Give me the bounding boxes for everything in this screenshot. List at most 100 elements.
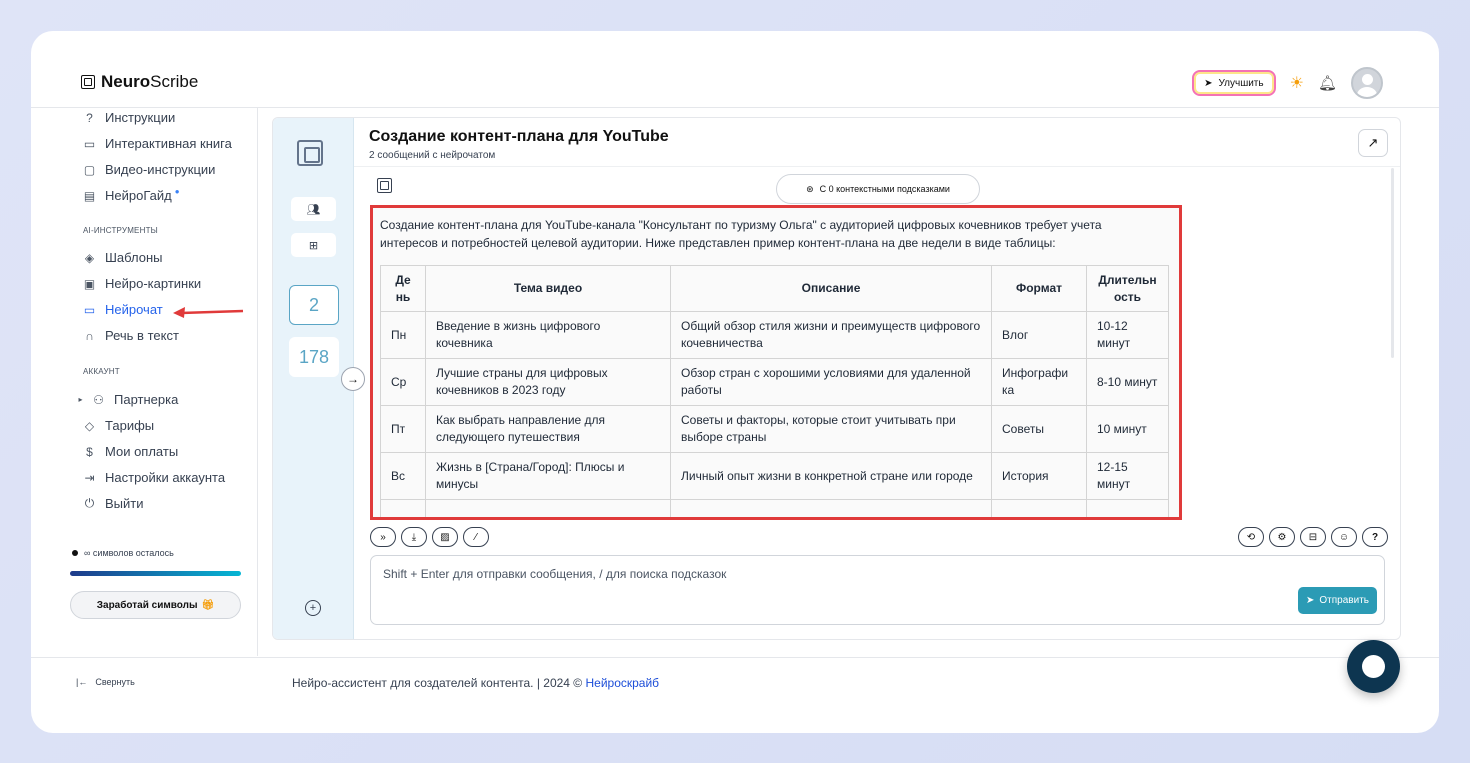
gift-icon: 🎁︎ bbox=[201, 599, 215, 611]
new-dot-icon: ● bbox=[174, 187, 180, 196]
table-cell bbox=[380, 499, 426, 517]
context-hints-button[interactable]: ⊛ С 0 контекстными подсказками bbox=[776, 174, 980, 204]
sidebar-item-payments[interactable]: $ Мои оплаты bbox=[83, 444, 178, 459]
support-chat-button[interactable] bbox=[1347, 640, 1400, 693]
sidebar-item-chat[interactable]: ▭ Нейрочат bbox=[83, 302, 163, 317]
upgrade-button[interactable]: ➤ Улучшить bbox=[1192, 70, 1276, 96]
chat-title: Создание контент-плана для YouTube bbox=[369, 128, 669, 145]
chat-scrollbar[interactable] bbox=[1391, 168, 1394, 358]
insert-image-button[interactable]: ▨ bbox=[432, 527, 458, 547]
tag-icon: ◇ bbox=[84, 418, 95, 433]
sidebar-item-guide[interactable]: ▤ НейроГайд ● bbox=[83, 187, 180, 203]
video-icon: ▢ bbox=[83, 162, 96, 177]
message-intro: Создание контент-плана для YouTube-канал… bbox=[380, 218, 1102, 250]
sidebar-item-instructions[interactable]: ? Инструкции bbox=[83, 110, 175, 125]
status-dot-icon bbox=[72, 550, 78, 556]
table-cell: Введение в жизнь цифрового кочевника bbox=[425, 311, 671, 359]
dollar-icon: $ bbox=[86, 444, 93, 459]
table-cell: Ср bbox=[380, 358, 426, 406]
share-button[interactable]: ↗ bbox=[1358, 129, 1388, 157]
table-cell: История bbox=[991, 452, 1087, 500]
column-header: Де нь bbox=[380, 265, 426, 312]
chat-subtitle: 2 сообщений с нейрочатом bbox=[369, 150, 496, 161]
table-cell: Вс bbox=[380, 452, 426, 500]
sidebar-item-partners[interactable]: ▸ ⚇ Партнерка bbox=[78, 392, 178, 407]
assistant-message: Создание контент-плана для YouTube-канал… bbox=[370, 205, 1182, 520]
plugins-button[interactable]: ⟲ bbox=[1238, 527, 1264, 547]
column-header: Длительн ость bbox=[1086, 265, 1169, 312]
credits-progress-bar bbox=[70, 571, 241, 576]
brain-icon: ⊛ bbox=[806, 183, 814, 194]
chat-count-other[interactable]: 178 bbox=[289, 337, 339, 377]
download-icon: ⤓ bbox=[411, 531, 417, 543]
table-cell: Пн bbox=[380, 311, 426, 359]
sidebar-item-images[interactable]: ▣ Нейро-картинки bbox=[83, 276, 201, 291]
footer-link[interactable]: Нейроскрайб bbox=[585, 676, 659, 690]
footer-divider bbox=[31, 657, 1439, 658]
book-icon: ▭ bbox=[83, 136, 96, 151]
add-chat-button[interactable]: + bbox=[305, 600, 321, 616]
collapse-icon: |← bbox=[76, 677, 88, 687]
avatar[interactable] bbox=[1351, 67, 1383, 99]
users-button[interactable]: 👥︎ bbox=[291, 197, 336, 221]
wand-icon: ⁄ bbox=[475, 531, 477, 543]
footer: Нейро-ассистент для создателей контента.… bbox=[292, 676, 660, 690]
sidebar-item-video[interactable]: ▢ Видео-инструкции bbox=[83, 162, 216, 177]
guide-icon: ▤ bbox=[83, 188, 96, 203]
sidebar-item-settings[interactable]: ⇥ Настройки аккаунта bbox=[83, 470, 225, 485]
arrow-right-icon: → bbox=[347, 372, 359, 386]
brand-logo[interactable]: NeuroScribe bbox=[81, 72, 198, 92]
content-plan-table: Де нь Тема видео Описание Формат Длитель… bbox=[380, 265, 1169, 517]
bot-button[interactable]: ☺ bbox=[1331, 527, 1357, 547]
message-input[interactable]: Shift + Enter для отправки сообщения, / … bbox=[370, 555, 1385, 625]
puzzle-icon: ⟲ bbox=[1246, 531, 1256, 543]
column-header: Описание bbox=[670, 265, 992, 312]
message-tools: » ⤓ ▨ ⁄ bbox=[370, 527, 489, 547]
help-button[interactable]: ? bbox=[1362, 527, 1388, 547]
table-cell: Инфографи ка bbox=[991, 358, 1087, 406]
table-cell: Влог bbox=[991, 311, 1087, 359]
input-placeholder: Shift + Enter для отправки сообщения, / … bbox=[383, 567, 727, 581]
magic-button[interactable]: ⁄ bbox=[463, 527, 489, 547]
sidebar-item-book[interactable]: ▭ Интерактивная книга bbox=[83, 136, 232, 151]
layout-button[interactable]: ⊟ bbox=[1300, 527, 1326, 547]
table-cell: 10 минут bbox=[1086, 405, 1169, 453]
table-cell: Пт bbox=[380, 405, 426, 453]
logo-icon bbox=[81, 75, 95, 89]
chat-icon: ▭ bbox=[83, 302, 96, 317]
panel-icon: ⊟ bbox=[1308, 531, 1318, 543]
table-row: Пт Как выбрать направление для следующег… bbox=[380, 405, 1169, 453]
collapse-sidebar-button[interactable]: |← Свернуть bbox=[76, 677, 135, 687]
table-cell: Обзор стран с хорошими условиями для уда… bbox=[670, 358, 992, 406]
section-ai-tools: AI-ИНСТРУМЕНТЫ bbox=[83, 226, 158, 235]
grid-button[interactable]: ⊞ bbox=[291, 233, 336, 257]
expand-arrow-button[interactable]: → bbox=[341, 367, 365, 391]
help-circle-icon: ? bbox=[86, 110, 93, 125]
earn-credits-button[interactable]: Заработай символы 🎁︎ bbox=[70, 591, 241, 619]
settings-button[interactable]: ⚙ bbox=[1269, 527, 1295, 547]
collapse-all-button[interactable]: » bbox=[370, 527, 396, 547]
plus-icon: + bbox=[309, 602, 317, 614]
table-cell: Советы по созданию комфортного рабочего … bbox=[670, 499, 992, 517]
bell-icon[interactable]: 🔔︎ bbox=[1318, 74, 1337, 92]
sidebar-item-tariffs[interactable]: ◇ Тарифы bbox=[83, 418, 154, 433]
send-icon: ➤ bbox=[1306, 595, 1315, 606]
assistant-avatar-icon bbox=[377, 178, 392, 193]
chat-count-selected[interactable]: 2 bbox=[289, 285, 339, 325]
column-header: Тема видео bbox=[425, 265, 671, 312]
sidebar-item-logout[interactable]: ⏻ Выйти bbox=[83, 496, 144, 511]
table-cell: 10-12 минут bbox=[1086, 311, 1169, 359]
table-row: Вс Жизнь в [Страна/Город]: Плюсы и минус… bbox=[380, 452, 1169, 500]
export-button[interactable]: ⤓ bbox=[401, 527, 427, 547]
gear-icon: ⚙ bbox=[1277, 531, 1287, 543]
settings-icon: ⇥ bbox=[84, 470, 95, 485]
robot-icon: ☺ bbox=[1338, 531, 1350, 543]
sidebar-item-speech[interactable]: ∩ Речь в текст bbox=[83, 328, 179, 343]
share-icon: ↗ bbox=[1367, 135, 1379, 150]
annotation-arrow bbox=[173, 307, 244, 318]
send-button[interactable]: ➤ Отправить bbox=[1298, 587, 1377, 614]
sidebar-item-templates[interactable]: ◈ Шаблоны bbox=[83, 250, 163, 265]
table-cell: Лучшие страны для цифровых кочевников в … bbox=[425, 358, 671, 406]
table-cell: Организация рабочего пространства bbox=[425, 499, 671, 517]
theme-toggle-icon[interactable]: ☀ bbox=[1290, 73, 1304, 93]
